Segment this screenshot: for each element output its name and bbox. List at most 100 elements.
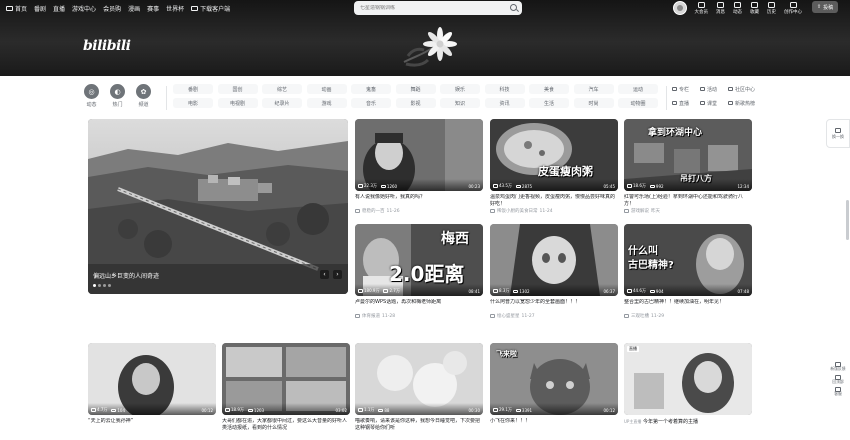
live-card[interactable]: 直播 UP主直播 今年第一个考着算的主播 bbox=[624, 343, 752, 432]
video-card[interactable]: 8.3万 1302 06:37 什么阿普力以宽恕少年的全套画面！！！ 绘心盛星星… bbox=[490, 224, 618, 319]
upload-button[interactable]: ⇧ 投稿 bbox=[812, 1, 838, 13]
quick-link-dynamic[interactable]: ◎ 动态 bbox=[84, 84, 99, 108]
channel-tag[interactable]: 纪录片 bbox=[262, 98, 302, 108]
video-thumbnail[interactable]: 飞来啦 29.1万 3391 00:12 bbox=[490, 343, 618, 415]
search-input[interactable] bbox=[360, 5, 500, 11]
extra-link-community[interactable]: 社区中心 bbox=[728, 84, 756, 94]
nav-history[interactable]: 历史 bbox=[767, 0, 776, 15]
video-title[interactable]: 卢曼尔的WPS话题，再次和梅老师距离 bbox=[355, 299, 483, 313]
channel-tag[interactable]: 电影 bbox=[173, 98, 213, 108]
customer-service-button[interactable]: 客服 bbox=[834, 387, 842, 397]
video-card[interactable]: 梅西 2.0距离 180.9万 2.7万 08:41 卢曼尔的WPS话题，再次和… bbox=[355, 224, 483, 319]
extra-link-column[interactable]: 专栏 bbox=[672, 84, 700, 94]
video-title[interactable]: 有人说我像她好听，我真的吗？ bbox=[355, 194, 483, 208]
channel-tag[interactable]: 国创 bbox=[217, 84, 258, 94]
video-thumbnail[interactable]: 梅西 2.0距离 180.9万 2.7万 08:41 bbox=[355, 224, 483, 296]
channel-tag[interactable]: 知识 bbox=[440, 98, 480, 108]
channel-tag[interactable]: 鬼畜 bbox=[351, 84, 391, 94]
nav-bangumi[interactable]: 番剧 bbox=[34, 4, 46, 13]
video-title[interactable]: 喵歌奏响，请来该是你这种，我想今日睡觉吧，下次要把这种钢琴给你们听 bbox=[355, 418, 483, 432]
video-card[interactable]: 18.9万 1203 03:02 大哥们都在追，大家都很中间过，要这么大音量的好… bbox=[222, 343, 350, 432]
nav-mall[interactable]: 会员购 bbox=[103, 4, 121, 13]
video-thumbnail[interactable]: 皮蛋瘦肉粥 43.5万 2875 05:45 bbox=[490, 119, 618, 191]
video-card[interactable]: 什么叫 古巴精神? 44.6万 904 07:48 整合里的古巴精神！！继续加油… bbox=[624, 224, 752, 319]
carousel-dot[interactable] bbox=[103, 284, 106, 287]
uploader-name[interactable]: 稀饭小厨的美食日常 bbox=[497, 208, 538, 214]
uploader-name[interactable]: 绘心盛星星 bbox=[497, 313, 520, 319]
nav-manga[interactable]: 漫画 bbox=[128, 4, 140, 13]
search-icon[interactable] bbox=[510, 4, 517, 11]
channel-tag[interactable]: 资讯 bbox=[484, 98, 525, 108]
channel-tag[interactable]: 游戏 bbox=[306, 98, 347, 108]
bilibili-logo[interactable]: bilibili bbox=[83, 38, 131, 54]
video-card[interactable]: 4.7万 104 00:12 “天上的云让我孙神” bbox=[88, 343, 216, 432]
carousel-dot[interactable] bbox=[108, 284, 111, 287]
channel-tag[interactable]: 生活 bbox=[529, 98, 569, 108]
uploader-name[interactable]: 三观吐槽 bbox=[631, 313, 649, 319]
nav-favorites[interactable]: 收藏 bbox=[750, 0, 759, 15]
nav-dynamic[interactable]: 动态 bbox=[733, 0, 742, 15]
quick-link-channel[interactable]: ✿ 频道 bbox=[136, 84, 151, 108]
channel-tag[interactable]: 时尚 bbox=[573, 98, 614, 108]
carousel-next-button[interactable]: › bbox=[333, 270, 342, 279]
video-thumbnail[interactable]: 22.3万 1260 00:23 bbox=[355, 119, 483, 191]
nav-creator-center[interactable]: 创作中心 bbox=[784, 0, 802, 15]
channel-tag[interactable]: 音乐 bbox=[351, 98, 391, 108]
back-to-top-button[interactable]: 回顶部 bbox=[832, 374, 844, 385]
channel-tag[interactable]: 汽车 bbox=[573, 84, 614, 94]
video-title[interactable]: 大哥们都在追，大家都很中间过，要这么大音量的好听人类活动报纸，看到的什么情况 bbox=[222, 418, 350, 432]
nav-worldcup[interactable]: 世界杯 bbox=[166, 4, 184, 13]
video-thumbnail[interactable]: 什么叫 古巴精神? 44.6万 904 07:48 bbox=[624, 224, 752, 296]
nav-messages[interactable]: 消息 bbox=[716, 0, 725, 15]
video-card[interactable]: 飞来啦 29.1万 3391 00:12 小飞在你来！！！ bbox=[490, 343, 618, 432]
video-card[interactable]: 1.1万 88 00:30 喵歌奏响，请来该是你这种，我想今日睡觉吧，下次要把这… bbox=[355, 343, 483, 432]
live-thumbnail[interactable]: 直播 bbox=[624, 343, 752, 415]
nav-match[interactable]: 赛事 bbox=[147, 4, 159, 13]
channel-tag[interactable]: 动画 bbox=[306, 84, 347, 94]
video-card[interactable]: 皮蛋瘦肉粥 43.5万 2875 05:45 温泉鸡蛋肉门更香视频，皮蛋瘦肉粥，… bbox=[490, 119, 618, 214]
refresh-button[interactable]: 换一换 bbox=[826, 119, 850, 148]
extra-link-music-chart[interactable]: 新歌热榜 bbox=[728, 98, 756, 108]
video-title[interactable]: 什么阿普力以宽恕少年的全套画面！！！ bbox=[490, 299, 618, 313]
extra-link-live[interactable]: 直播 bbox=[672, 98, 700, 108]
video-title[interactable]: 温泉鸡蛋肉门更香视频，皮蛋瘦肉粥，慢慢品尝好味真的好吃！ bbox=[490, 194, 618, 208]
video-thumbnail[interactable]: 4.7万 104 00:12 bbox=[88, 343, 216, 415]
channel-tag[interactable]: 番剧 bbox=[173, 84, 213, 94]
video-title[interactable]: 整合里的古巴精神！！继续加油在，明年见！ bbox=[624, 299, 752, 313]
channel-tag[interactable]: 运动 bbox=[618, 84, 658, 94]
channel-tag[interactable]: 美食 bbox=[529, 84, 569, 94]
nav-download-client[interactable]: 下载客户端 bbox=[191, 4, 230, 13]
video-thumbnail[interactable]: 拿到环湖中心 吊打八方 18.6万 992 12:34 bbox=[624, 119, 752, 191]
video-title[interactable]: UP主直播 今年第一个考着算的主播 bbox=[624, 418, 752, 432]
carousel-dot[interactable] bbox=[93, 284, 96, 287]
video-card[interactable]: 22.3万 1260 00:23 有人说我像她好听，我真的吗？ 稳稳的一百 11… bbox=[355, 119, 483, 214]
channel-tag[interactable]: 科技 bbox=[484, 84, 525, 94]
nav-game-center[interactable]: 游戏中心 bbox=[72, 4, 96, 13]
carousel-dot[interactable] bbox=[98, 284, 101, 287]
quick-link-hot[interactable]: ◐ 热门 bbox=[110, 84, 125, 108]
channel-tag[interactable]: 影视 bbox=[395, 98, 436, 108]
channel-tag[interactable]: 综艺 bbox=[262, 84, 302, 94]
video-title[interactable]: 红警可乐场(上)经验！拿到环湖中心还能和驾驶骑行八方！ bbox=[624, 194, 752, 208]
nav-vip[interactable]: 大会员 bbox=[695, 0, 708, 15]
channel-tag[interactable]: 电视剧 bbox=[217, 98, 258, 108]
extra-link-classroom[interactable]: 课堂 bbox=[700, 98, 728, 108]
banner-carousel[interactable]: 偏远山乡巨变的人间奇迹 ‹ › bbox=[88, 119, 348, 294]
video-title[interactable]: “天上的云让我孙神” bbox=[88, 418, 216, 432]
video-thumbnail[interactable]: 18.9万 1203 03:02 bbox=[222, 343, 350, 415]
scrollbar[interactable] bbox=[846, 200, 849, 240]
video-title[interactable]: 小飞在你来！！！ bbox=[490, 418, 618, 432]
video-thumbnail[interactable]: 1.1万 88 00:30 bbox=[355, 343, 483, 415]
nav-live[interactable]: 直播 bbox=[53, 4, 65, 13]
video-card[interactable]: 拿到环湖中心 吊打八方 18.6万 992 12:34 红警可乐场(上)经验！拿… bbox=[624, 119, 752, 214]
uploader-name[interactable]: 体育报道 bbox=[362, 313, 380, 319]
channel-tag[interactable]: 动物圈 bbox=[618, 98, 658, 108]
nav-home[interactable]: 首页 bbox=[6, 4, 27, 13]
channel-tag[interactable]: 舞蹈 bbox=[395, 84, 436, 94]
carousel-caption[interactable]: 偏远山乡巨变的人间奇迹 bbox=[93, 271, 159, 280]
uploader-name[interactable]: 游戏解说 bbox=[631, 208, 649, 214]
carousel-prev-button[interactable]: ‹ bbox=[320, 270, 329, 279]
channel-tag[interactable]: 娱乐 bbox=[440, 84, 480, 94]
extra-link-activity[interactable]: 活动 bbox=[700, 84, 728, 94]
avatar[interactable] bbox=[672, 1, 687, 15]
